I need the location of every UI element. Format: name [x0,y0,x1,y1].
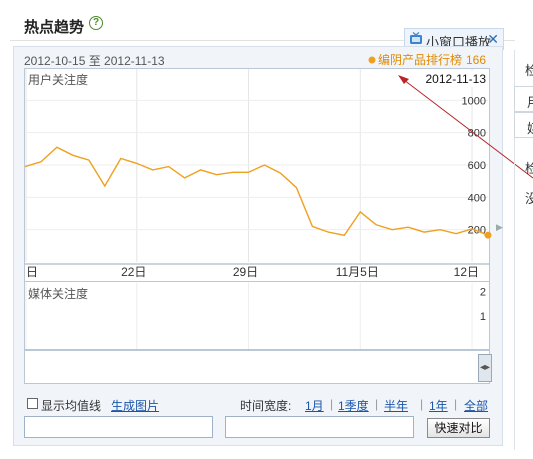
range-1-year-link[interactable]: 1年 [429,397,448,414]
chart-scroll-arrow-icon[interactable]: ▶ [496,222,503,233]
y-tick-label: 400 [468,192,486,204]
keyword-input-b[interactable] [225,416,414,438]
side-text: 用 [527,92,533,111]
side-text: 媒 [527,118,533,137]
legend-dot [368,56,376,64]
user-attention-label: 用户关注度 [28,72,88,87]
annotation-arrow [398,75,533,179]
range-all-link[interactable]: 全部 [464,397,488,414]
media-y-tick-label: 1 [480,311,486,323]
range-separator: | [375,397,379,411]
keyword-input-a[interactable] [24,416,213,438]
series-end-point[interactable] [484,231,492,239]
series-line [24,146,489,237]
side-text: 检 [525,161,533,176]
show-average-checkbox[interactable] [27,398,38,409]
tooltip-date: 2012-11-13 [426,72,487,86]
show-average-label[interactable]: 显示均值线 [41,397,101,414]
legend-series-name: 编阴产品排行榜 [378,52,462,67]
media-y-tick-label: 2 [480,287,486,299]
x-tick-label: 11月5日 [336,265,379,279]
side-text: 没 [525,191,533,206]
x-tick-label: 12日 [454,265,479,279]
y-tick-label: 1000 [462,95,486,107]
time-span-label: 时间宽度: [240,399,292,413]
range-separator: | [454,397,458,411]
range-separator: | [420,397,424,411]
media-attention-label: 媒体关注度 [28,286,88,301]
y-tick-label: 600 [468,160,486,172]
x-tick-label: 日 [26,265,38,279]
legend-series-value: 166 [466,53,486,67]
range-separator: | [330,397,334,411]
navigator-handle[interactable]: ◂▸ [478,354,492,382]
chart-controls: 显示均值线 生成图片 时间宽度: 1月 | 1季度 | 半年 | 1年 | 全部 [24,397,494,415]
range-half-year-link[interactable]: 半年 [384,397,408,414]
range-1-quarter-link[interactable]: 1季度 [338,397,369,414]
range-1-month-link[interactable]: 1月 [305,397,324,414]
y-tick-label: 800 [468,128,486,140]
x-tick-label: 22日 [121,265,146,279]
generate-image-link[interactable]: 生成图片 [111,397,159,414]
x-tick-label: 29日 [233,265,258,279]
trend-chart: 日 22日 29日 11月5日 12日 200400600800100012 用户关注度… [24,52,533,383]
time-navigator[interactable] [24,350,490,384]
side-text: 检 [525,63,533,78]
chart-legend[interactable]: 编阴产品排行榜 166 [368,52,487,67]
quick-compare-button[interactable]: 快速对比 [427,418,490,438]
